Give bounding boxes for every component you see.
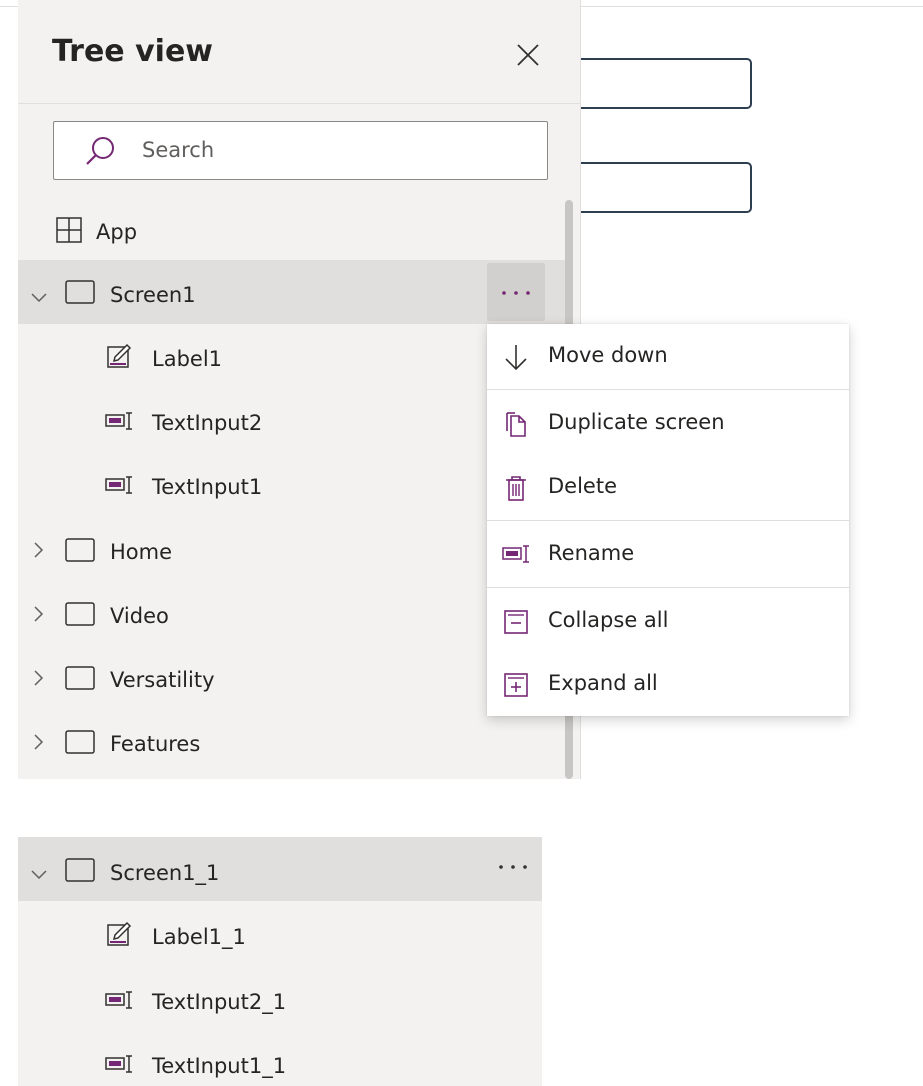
tree-item-label: TextInput2_1 <box>152 990 287 1014</box>
chevron-right-icon[interactable] <box>34 734 44 754</box>
menu-item-delete[interactable]: Delete <box>487 455 849 519</box>
duplicate-icon <box>502 410 530 438</box>
tree-item-textinput2[interactable]: TextInput2 <box>18 389 565 453</box>
canvas-textinput-1[interactable] <box>575 58 752 109</box>
tree-item-label: Versatility <box>110 668 215 692</box>
tree-item-textinput1-1[interactable]: TextInput1_1 <box>18 1032 542 1086</box>
menu-item-rename[interactable]: Rename <box>487 522 849 586</box>
label-edit-icon <box>106 343 132 373</box>
search-icon <box>84 135 116 167</box>
screen-icon <box>65 538 95 566</box>
tree-item-label: Label1_1 <box>152 925 246 949</box>
arrow-down-icon <box>502 343 530 371</box>
tree-item-label: Screen1_1 <box>110 861 220 885</box>
tree-item-screen1-1[interactable]: Screen1_1 <box>18 837 542 901</box>
tree-item-label: TextInput1_1 <box>152 1054 287 1078</box>
more-icon <box>502 291 530 295</box>
collapse-all-icon <box>502 608 530 636</box>
tree-item-versatility[interactable]: Versatility <box>18 646 565 710</box>
chevron-right-icon[interactable] <box>34 606 44 626</box>
tree-item-home[interactable]: Home <box>18 518 565 582</box>
tree-item-label1[interactable]: Label1 <box>18 325 565 389</box>
menu-item-label: Duplicate screen <box>548 410 725 434</box>
tree-item-label: Video <box>110 604 169 628</box>
screen-icon <box>65 280 95 308</box>
text-input-icon <box>105 475 137 499</box>
menu-item-label: Collapse all <box>548 608 669 632</box>
menu-divider <box>487 520 849 521</box>
tree-item-label: Label1 <box>152 347 223 371</box>
chevron-right-icon[interactable] <box>34 542 44 562</box>
screen-icon <box>65 858 95 886</box>
tree-item-label: Features <box>110 732 201 756</box>
tree-item-label: TextInput2 <box>152 411 263 435</box>
rename-icon <box>502 544 530 572</box>
text-input-icon <box>105 411 137 435</box>
tree-item-textinput2-1[interactable]: TextInput2_1 <box>18 968 542 1032</box>
tree-item-label1-1[interactable]: Label1_1 <box>18 903 542 967</box>
trash-icon <box>502 474 530 502</box>
chevron-down-icon[interactable] <box>31 865 47 884</box>
canvas-textinput-2[interactable] <box>575 162 752 213</box>
menu-item-label: Expand all <box>548 671 658 695</box>
tree-item-label: TextInput1 <box>152 475 263 499</box>
menu-item-label: Delete <box>548 474 617 498</box>
text-input-icon <box>105 990 137 1014</box>
title-divider <box>18 103 580 104</box>
tree-item-label: App <box>96 220 138 244</box>
more-icon[interactable] <box>498 864 528 870</box>
menu-item-label: Move down <box>548 343 668 367</box>
more-options-button[interactable] <box>487 263 545 321</box>
close-icon[interactable] <box>515 42 541 68</box>
tree-item-label: Screen1 <box>110 283 196 307</box>
tree-item-screen1[interactable]: Screen1 <box>18 260 565 324</box>
tree-item-label: Home <box>110 540 173 564</box>
menu-item-collapse-all[interactable]: Collapse all <box>487 589 849 653</box>
tree-item-app[interactable]: App <box>18 198 565 262</box>
screen-icon <box>65 730 95 758</box>
menu-item-label: Rename <box>548 541 635 565</box>
screen-icon <box>65 602 95 630</box>
context-menu: Move down Duplicate screen Delete Rename… <box>487 324 849 716</box>
search-placeholder: Search <box>142 138 215 162</box>
search-input[interactable]: Search <box>53 121 548 180</box>
tree-item-features[interactable]: Features <box>18 710 565 774</box>
tree-view-panel-duplicated: Screen1_1 Label1_1 TextInput2_1 TextInpu… <box>18 837 542 1086</box>
menu-divider <box>487 587 849 588</box>
text-input-icon <box>105 1054 137 1078</box>
menu-item-move-down[interactable]: Move down <box>487 324 849 388</box>
tree-item-video[interactable]: Video <box>18 582 565 646</box>
app-icon <box>56 217 82 247</box>
expand-all-icon <box>502 671 530 699</box>
chevron-down-icon[interactable] <box>31 288 47 307</box>
chevron-right-icon[interactable] <box>34 670 44 690</box>
menu-divider <box>487 389 849 390</box>
tree-item-textinput1[interactable]: TextInput1 <box>18 453 565 517</box>
menu-item-expand-all[interactable]: Expand all <box>487 652 849 716</box>
panel-title: Tree view <box>52 34 214 69</box>
screen-icon <box>65 666 95 694</box>
label-edit-icon <box>106 921 132 951</box>
menu-item-duplicate-screen[interactable]: Duplicate screen <box>487 391 849 455</box>
